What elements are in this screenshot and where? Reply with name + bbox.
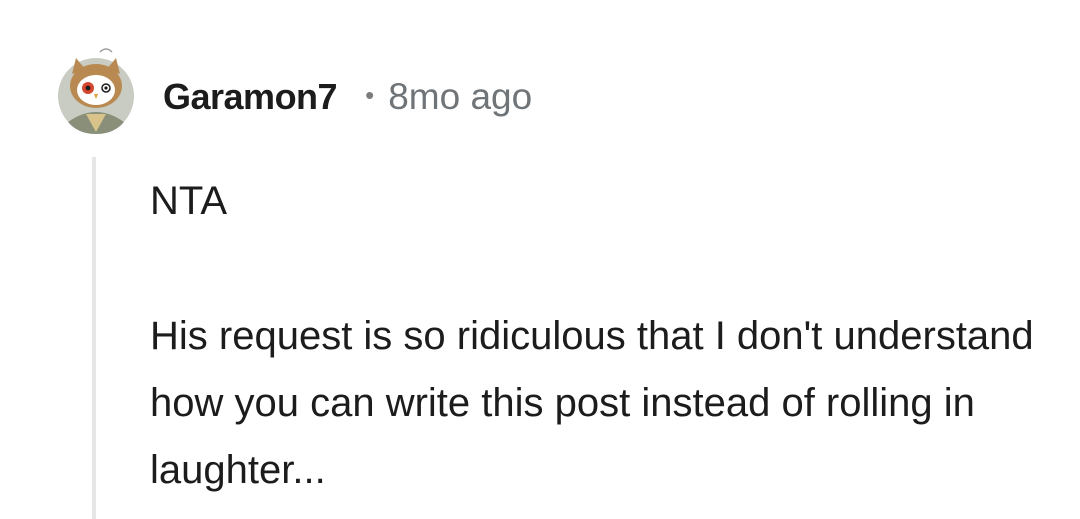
comment-paragraph: NTA	[150, 179, 228, 223]
timestamp[interactable]: 8mo ago	[388, 76, 532, 118]
comment: Garamon7 • 8mo ago NTA His request is so…	[0, 0, 1080, 519]
separator-dot: •	[365, 79, 375, 110]
username[interactable]: Garamon7	[163, 76, 338, 118]
comment-meta: Garamon7 • 8mo ago	[163, 73, 532, 121]
thread-line[interactable]	[92, 157, 96, 519]
comment-body: NTA His request is so ridiculous that I …	[150, 168, 1050, 504]
user-avatar[interactable]	[56, 44, 136, 136]
comment-paragraph: His request is so ridiculous that I don'…	[150, 314, 1034, 492]
